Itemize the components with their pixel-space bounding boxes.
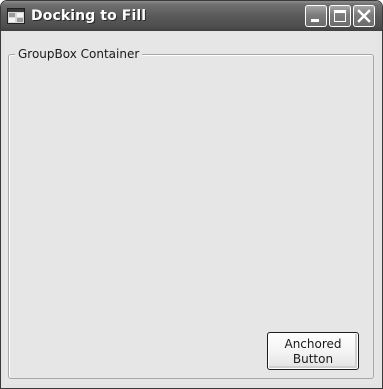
close-icon [357, 9, 371, 23]
anchored-button-label-line1: Anchored [284, 337, 342, 351]
anchored-button-label-line2: Button [292, 352, 334, 366]
maximize-icon [334, 10, 346, 22]
groupbox-label: GroupBox Container [15, 47, 143, 61]
minimize-icon [311, 19, 319, 22]
minimize-button[interactable] [305, 5, 327, 27]
title-bar[interactable]: Docking to Fill [1, 1, 382, 31]
close-button[interactable] [353, 5, 375, 27]
anchored-button[interactable]: Anchored Button [267, 332, 359, 370]
groupbox-container [8, 54, 374, 379]
maximize-button[interactable] [329, 5, 351, 27]
window-title: Docking to Fill [31, 8, 147, 24]
application-window: Docking to Fill GroupBox Container Ancho… [0, 0, 383, 389]
window-client-area: GroupBox Container Anchored Button [5, 32, 378, 384]
app-window-icon[interactable] [7, 8, 25, 24]
